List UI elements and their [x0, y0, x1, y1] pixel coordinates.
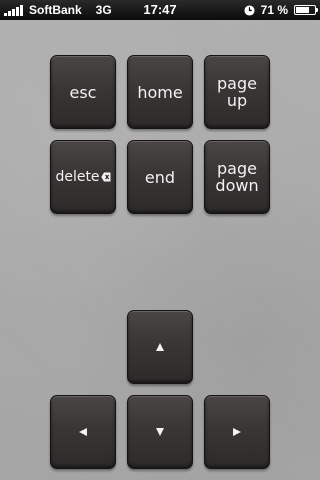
- end-key-label: end: [144, 167, 176, 187]
- arrow-right-icon: [233, 428, 241, 436]
- arrow-left-icon: [79, 428, 87, 436]
- delete-backspace-icon: [100, 172, 111, 182]
- status-right: 71 %: [244, 0, 318, 20]
- arrow-down-key[interactable]: [127, 395, 193, 469]
- arrow-up-icon: [156, 343, 164, 351]
- page-up-key[interactable]: page up: [204, 55, 270, 129]
- page-down-key-label: page down: [215, 159, 259, 195]
- clock-icon: [244, 4, 255, 16]
- arrow-down-icon: [156, 428, 164, 436]
- esc-key-label: esc: [69, 82, 97, 102]
- delete-key[interactable]: delete: [50, 140, 116, 214]
- delete-key-content: delete: [55, 168, 111, 186]
- arrow-up-key[interactable]: [127, 310, 193, 384]
- esc-key[interactable]: esc: [50, 55, 116, 129]
- status-bar: SoftBank 3G 17:47 71 %: [0, 0, 320, 20]
- end-key[interactable]: end: [127, 140, 193, 214]
- arrow-right-key[interactable]: [204, 395, 270, 469]
- home-key-label: home: [137, 82, 183, 102]
- battery-icon: [294, 5, 318, 15]
- page-down-key[interactable]: page down: [204, 140, 270, 214]
- arrow-left-key[interactable]: [50, 395, 116, 469]
- battery-percent: 71 %: [260, 3, 288, 17]
- delete-key-label: delete: [55, 168, 100, 185]
- page-up-key-label: page up: [217, 74, 257, 110]
- home-key[interactable]: home: [127, 55, 193, 129]
- battery-level-fill: [296, 7, 309, 13]
